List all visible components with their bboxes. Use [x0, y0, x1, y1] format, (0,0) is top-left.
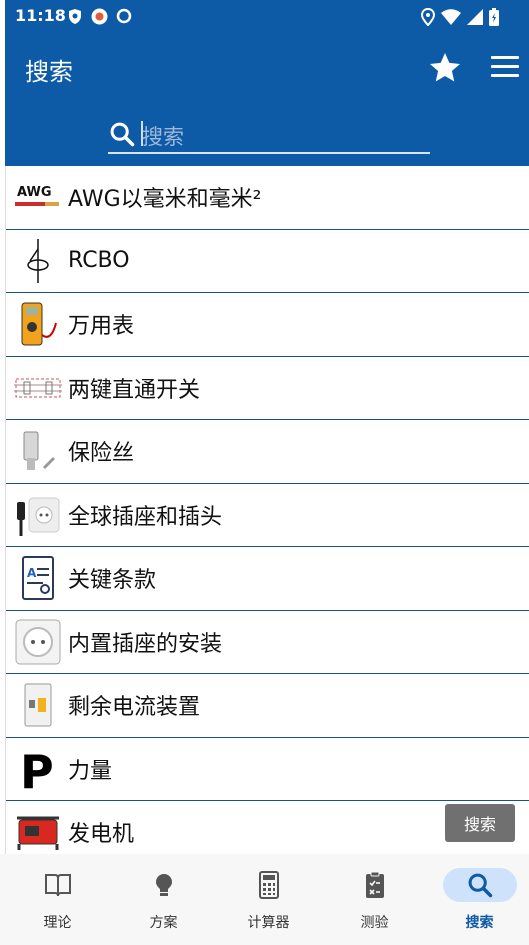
fuse-icon	[14, 427, 62, 475]
calculator-icon	[232, 868, 306, 902]
list-item-builtin-socket[interactable]: 内置插座的安装	[6, 611, 529, 674]
list-item-label: AWG以毫米和毫米²	[68, 187, 262, 213]
nav-calculator[interactable]: 计算器	[216, 854, 321, 945]
nav-search[interactable]: 搜索	[427, 854, 529, 945]
svg-text:A: A	[27, 566, 37, 580]
cell-signal-icon	[467, 9, 483, 25]
status-bar: 11:18	[5, 0, 529, 34]
star-icon[interactable]	[427, 50, 463, 86]
search-bar: 搜索	[5, 106, 529, 166]
list-item-awg[interactable]: AWG AWG以毫米和毫米²	[6, 166, 529, 230]
nav-theory[interactable]: 理论	[5, 854, 110, 945]
list-item-label: 保险丝	[68, 441, 135, 467]
nav-quiz[interactable]: 测验	[322, 854, 427, 945]
rcd-device-icon	[14, 681, 62, 729]
list-item-multimeter[interactable]: 万用表	[6, 293, 529, 357]
svg-text:AWG: AWG	[17, 185, 52, 200]
list-item-label: 力量	[68, 758, 113, 784]
app-bar: 搜索	[5, 34, 529, 106]
nav-label: 理论	[43, 915, 72, 931]
wifi-icon	[441, 9, 461, 25]
awg-wire-icon: AWG	[14, 173, 62, 221]
switch-wiring-icon	[14, 364, 62, 412]
list-item-plugs-sockets[interactable]: 全球插座和插头	[6, 484, 529, 547]
nav-label: 测验	[360, 915, 389, 931]
list-item-rcbo[interactable]: RCBO	[6, 230, 529, 293]
wall-socket-icon	[14, 618, 62, 666]
nav-schemes[interactable]: 方案	[111, 854, 216, 945]
list-item-label: 发电机	[68, 822, 135, 848]
nav-label: 计算器	[247, 915, 290, 931]
list-item-label: 万用表	[68, 314, 135, 340]
list-item-label: 关键条款	[68, 568, 157, 594]
power-p-icon: P	[14, 745, 62, 793]
glossary-book-icon: A	[14, 554, 62, 602]
search-icon	[442, 868, 517, 902]
list-item-power[interactable]: P 力量	[6, 738, 529, 801]
svg-text:P: P	[20, 746, 54, 792]
shield-icon	[69, 9, 81, 24]
list-item-label: RCBO	[68, 248, 130, 274]
status-time: 11:18	[15, 6, 66, 25]
battery-icon	[489, 8, 499, 26]
menu-icon[interactable]	[491, 56, 519, 80]
app-notification-icon	[91, 8, 108, 25]
list-item-label: 内置插座的安装	[68, 631, 223, 657]
plug-socket-icon	[14, 491, 62, 539]
list-item-rcd[interactable]: 剩余电流装置	[6, 674, 529, 738]
page-title: 搜索	[25, 58, 73, 86]
generator-icon	[14, 808, 62, 854]
search-results-list[interactable]: AWG AWG以毫米和毫米² RCBO 万用表 两键直通开关 保险丝 全球插座和…	[5, 166, 529, 854]
status-left-icons	[67, 8, 132, 25]
search-tooltip: 搜索	[445, 804, 515, 842]
nav-label: 方案	[149, 915, 178, 931]
sync-icon	[116, 8, 132, 24]
lightbulb-icon	[127, 868, 201, 902]
rcbo-symbol-icon	[14, 237, 62, 285]
list-item-key-terms[interactable]: A 关键条款	[6, 547, 529, 611]
search-icon	[110, 122, 135, 147]
clipboard-icon	[338, 868, 412, 902]
nav-label: 搜索	[465, 915, 494, 931]
list-item-label: 两键直通开关	[68, 377, 201, 403]
list-item-two-way-switch[interactable]: 两键直通开关	[6, 357, 529, 420]
list-item-fuse[interactable]: 保险丝	[6, 420, 529, 484]
search-placeholder: 搜索	[142, 125, 184, 149]
multimeter-icon	[14, 300, 62, 348]
search-input[interactable]: 搜索	[108, 116, 430, 154]
status-right-icons	[421, 8, 499, 26]
list-item-label: 剩余电流装置	[68, 695, 201, 721]
book-icon	[21, 868, 95, 902]
location-icon	[421, 8, 435, 26]
bottom-navigation: 理论 方案 计算器 测验 搜索	[0, 854, 529, 945]
list-item-label: 全球插座和插头	[68, 504, 223, 530]
